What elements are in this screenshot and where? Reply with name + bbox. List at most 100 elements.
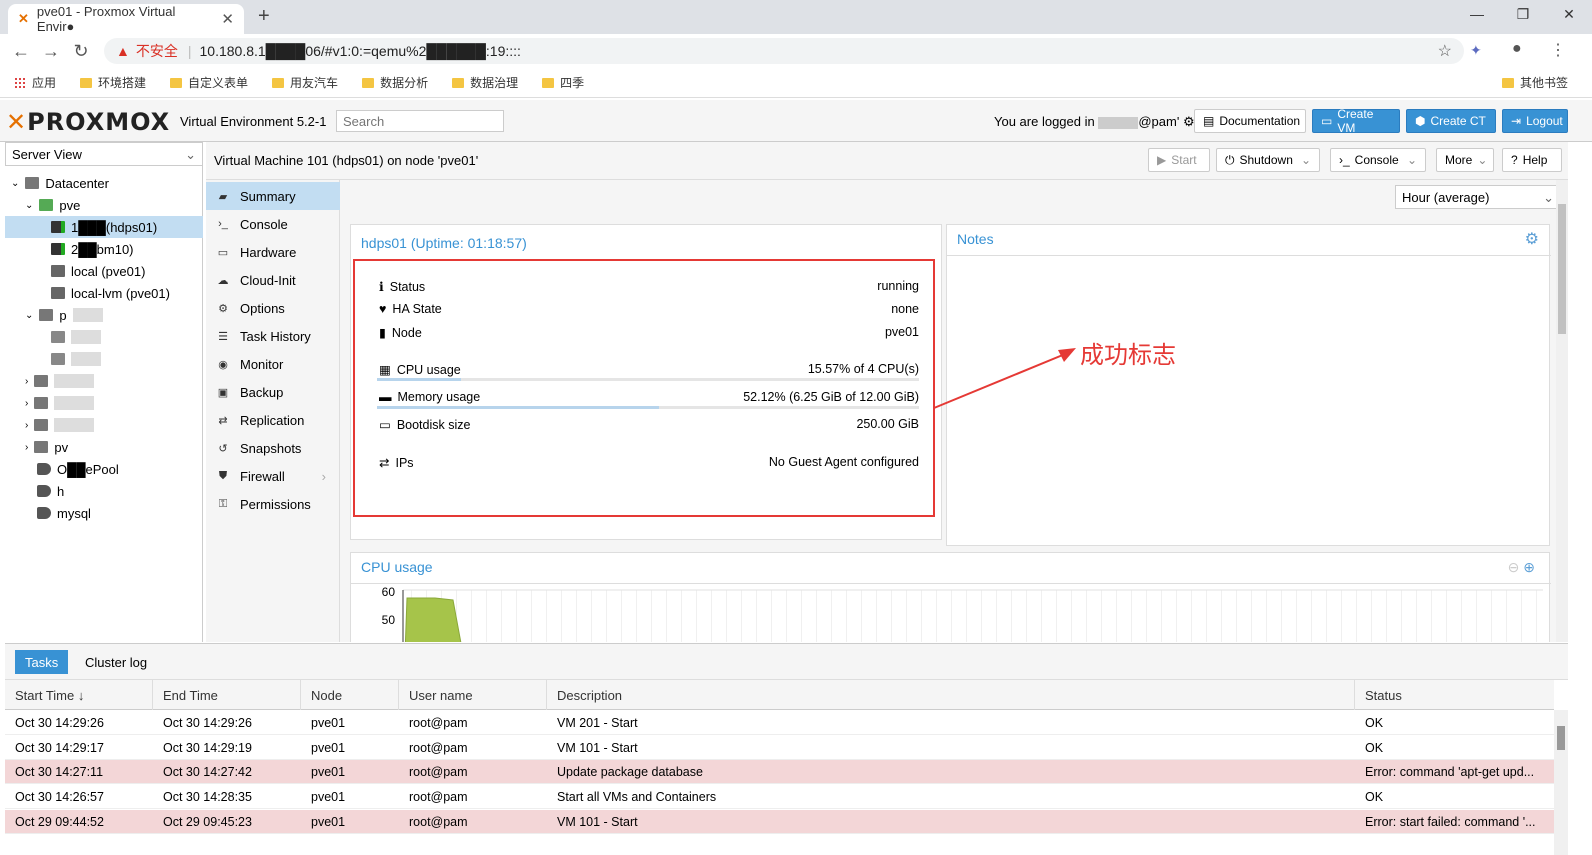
more-button[interactable]: More ⌄	[1436, 148, 1494, 172]
nav-firewall[interactable]: ⛊ Firewall ›	[206, 462, 340, 490]
table-row[interactable]: Oct 30 14:27:11 Oct 30 14:27:42 pve01 root@…	[5, 760, 1554, 785]
shutdown-button[interactable]: ⏻ Shutdown ⌄	[1216, 148, 1320, 172]
forward-icon[interactable]: →	[36, 41, 66, 62]
tree-item-storage-local[interactable]: local (pve01)	[5, 260, 203, 282]
bookmark-folder[interactable]: 环境搭建	[80, 74, 146, 91]
cell-node: pve01	[311, 740, 346, 755]
chart-grid	[403, 590, 1543, 642]
bookmark-folder[interactable]: 用友汽车	[272, 74, 338, 91]
minimize-icon[interactable]: —	[1454, 0, 1500, 30]
timeframe-label: Hour (average)	[1402, 190, 1490, 205]
task-scrollbar[interactable]	[1554, 710, 1568, 855]
help-button[interactable]: ? Help	[1502, 148, 1562, 172]
nav-permissions[interactable]: ⚿ Permissions	[206, 490, 340, 518]
table-row[interactable]: Oct 30 14:29:17 Oct 30 14:29:19 pve01 root@…	[5, 736, 1554, 760]
cell-node: pve01	[311, 716, 346, 730]
new-tab-icon[interactable]: +	[258, 5, 270, 28]
bookmarks-bar: 应用 环境搭建 自定义表单 用友汽车 数据分析 数据治理 四季 其他书签	[0, 68, 1592, 98]
row-value: No Guest Agent configured	[768, 455, 919, 469]
console-button[interactable]: ›_ Console ⌄	[1330, 148, 1426, 172]
nav-task-history[interactable]: ☰ Task History	[206, 322, 340, 350]
tree-item-node[interactable]: ›	[5, 414, 203, 436]
tree-item-node[interactable]: ⌄ pve	[5, 194, 203, 216]
nav-console[interactable]: ›_ Console	[206, 210, 340, 238]
nav-cloud-init[interactable]: ☁ Cloud-Init	[206, 266, 340, 294]
tree-item-datacenter[interactable]: ⌄ Datacenter	[5, 172, 203, 194]
nav-snapshots[interactable]: ↺ Snapshots	[206, 434, 340, 462]
server-view-select[interactable]: Server View ⌄	[5, 142, 203, 166]
search-input[interactable]	[336, 110, 504, 132]
bookmark-folder[interactable]: 自定义表单	[170, 74, 248, 91]
col-end-time[interactable]: End Time	[153, 680, 301, 710]
create-vm-button[interactable]: ▭ Create VM	[1312, 107, 1400, 135]
user-gear-icon[interactable]: ⚙	[1183, 114, 1195, 129]
tree-item-node[interactable]: › pv	[5, 436, 203, 458]
tree-item-storage-local-lvm[interactable]: local-lvm (pve01)	[5, 282, 203, 304]
bookmark-apps[interactable]: 应用	[14, 74, 56, 91]
collapse-icon: ⌄	[25, 309, 34, 321]
create-ct-button[interactable]: ⬢ Create CT	[1406, 109, 1496, 133]
bookmark-folder[interactable]: 数据治理	[452, 74, 518, 91]
content-scrollbar[interactable]	[1556, 180, 1568, 642]
gear-icon[interactable]: ⚙	[1525, 229, 1539, 249]
bookmark-label: 四季	[560, 76, 585, 90]
tree-item-pool[interactable]: O██ePool	[5, 458, 203, 480]
scrollbar-thumb[interactable]	[1557, 726, 1565, 750]
menu-icon[interactable]: ⋮	[1550, 40, 1566, 60]
monitor-icon: ▭	[1321, 114, 1333, 128]
gear-icon: ⚙	[218, 302, 228, 315]
bookmark-folder[interactable]: 数据分析	[362, 74, 428, 91]
nav-replication[interactable]: ⇄ Replication	[206, 406, 340, 434]
folder-icon	[362, 77, 375, 88]
logout-button[interactable]: ⇥ Logout	[1502, 109, 1568, 133]
extension-icon[interactable]: ✦	[1470, 42, 1482, 59]
tree-item-vm-101[interactable]: 1███(hdps01)	[5, 216, 203, 238]
retweet-icon: ⇄	[218, 414, 228, 427]
tree-item-pool[interactable]: h	[5, 480, 203, 502]
col-user-name[interactable]: User name	[399, 680, 547, 710]
zoom-in-icon[interactable]: ⊕	[1523, 559, 1535, 575]
col-description[interactable]: Description	[547, 680, 1355, 710]
tag-icon	[37, 507, 51, 519]
nav-monitor[interactable]: ◉ Monitor	[206, 350, 340, 378]
reload-icon[interactable]: ↻	[66, 41, 96, 62]
col-node[interactable]: Node	[301, 680, 399, 710]
bookmark-folder[interactable]: 四季	[542, 74, 584, 91]
table-row[interactable]: Oct 29 09:44:52 Oct 29 09:45:23 pve01 root@…	[5, 809, 1554, 834]
nav-hardware[interactable]: ▭ Hardware	[206, 238, 340, 266]
tab-cluster-log[interactable]: Cluster log	[75, 650, 157, 674]
cpu-usage-bar	[377, 378, 919, 381]
back-icon[interactable]: ←	[6, 41, 36, 62]
bookmark-star-icon[interactable]: ☆	[1438, 41, 1452, 61]
documentation-button[interactable]: ▤ Documentation	[1194, 109, 1306, 133]
col-status[interactable]: Status	[1355, 680, 1554, 710]
restore-icon[interactable]: ❐	[1500, 0, 1546, 30]
profile-icon[interactable]: ●	[1512, 40, 1522, 58]
tree-item-vm-stopped[interactable]	[5, 348, 203, 370]
view-label: Server View	[12, 147, 82, 162]
tree-item-node[interactable]: ›	[5, 392, 203, 414]
zoom-out-icon[interactable]: ⊖	[1508, 559, 1520, 575]
tree-item-vm-201[interactable]: 2██bm10)	[5, 238, 203, 260]
table-row[interactable]: Oct 30 14:26:57 Oct 30 14:28:35 pve01 root@…	[5, 785, 1554, 810]
window-close-icon[interactable]: ✕	[1546, 0, 1592, 30]
tree-item-vm-unknown[interactable]	[5, 326, 203, 348]
scrollbar-thumb[interactable]	[1558, 204, 1566, 334]
tree-item-node[interactable]: ⌄ p	[5, 304, 203, 326]
nav-summary[interactable]: ▰ Summary	[206, 182, 340, 210]
browser-tab[interactable]: ✕ pve01 - Proxmox Virtual Envir● ✕	[8, 4, 244, 34]
tab-tasks[interactable]: Tasks	[15, 650, 69, 674]
address-bar[interactable]: ▲ 不安全 | 10.180.8.1████06/#v1:0:=qemu%2██…	[104, 38, 1464, 64]
other-bookmarks[interactable]: 其他书签	[1501, 74, 1568, 91]
node-icon	[39, 309, 54, 321]
status-row: ℹ Status running	[379, 279, 919, 294]
start-button[interactable]: ▶ Start	[1148, 148, 1210, 172]
nav-options[interactable]: ⚙ Options	[206, 294, 340, 322]
nav-backup[interactable]: ▣ Backup	[206, 378, 340, 406]
tab-close-icon[interactable]: ✕	[221, 10, 234, 28]
tree-item-node[interactable]: ›	[5, 370, 203, 392]
table-row[interactable]: Oct 30 14:29:26 Oct 30 14:29:26 pve01 root@…	[5, 711, 1554, 735]
col-start-time[interactable]: Start Time ↓	[5, 680, 153, 710]
tree-item-pool[interactable]: mysql	[5, 502, 203, 524]
timeframe-select[interactable]: Hour (average) ⌄	[1395, 185, 1556, 209]
